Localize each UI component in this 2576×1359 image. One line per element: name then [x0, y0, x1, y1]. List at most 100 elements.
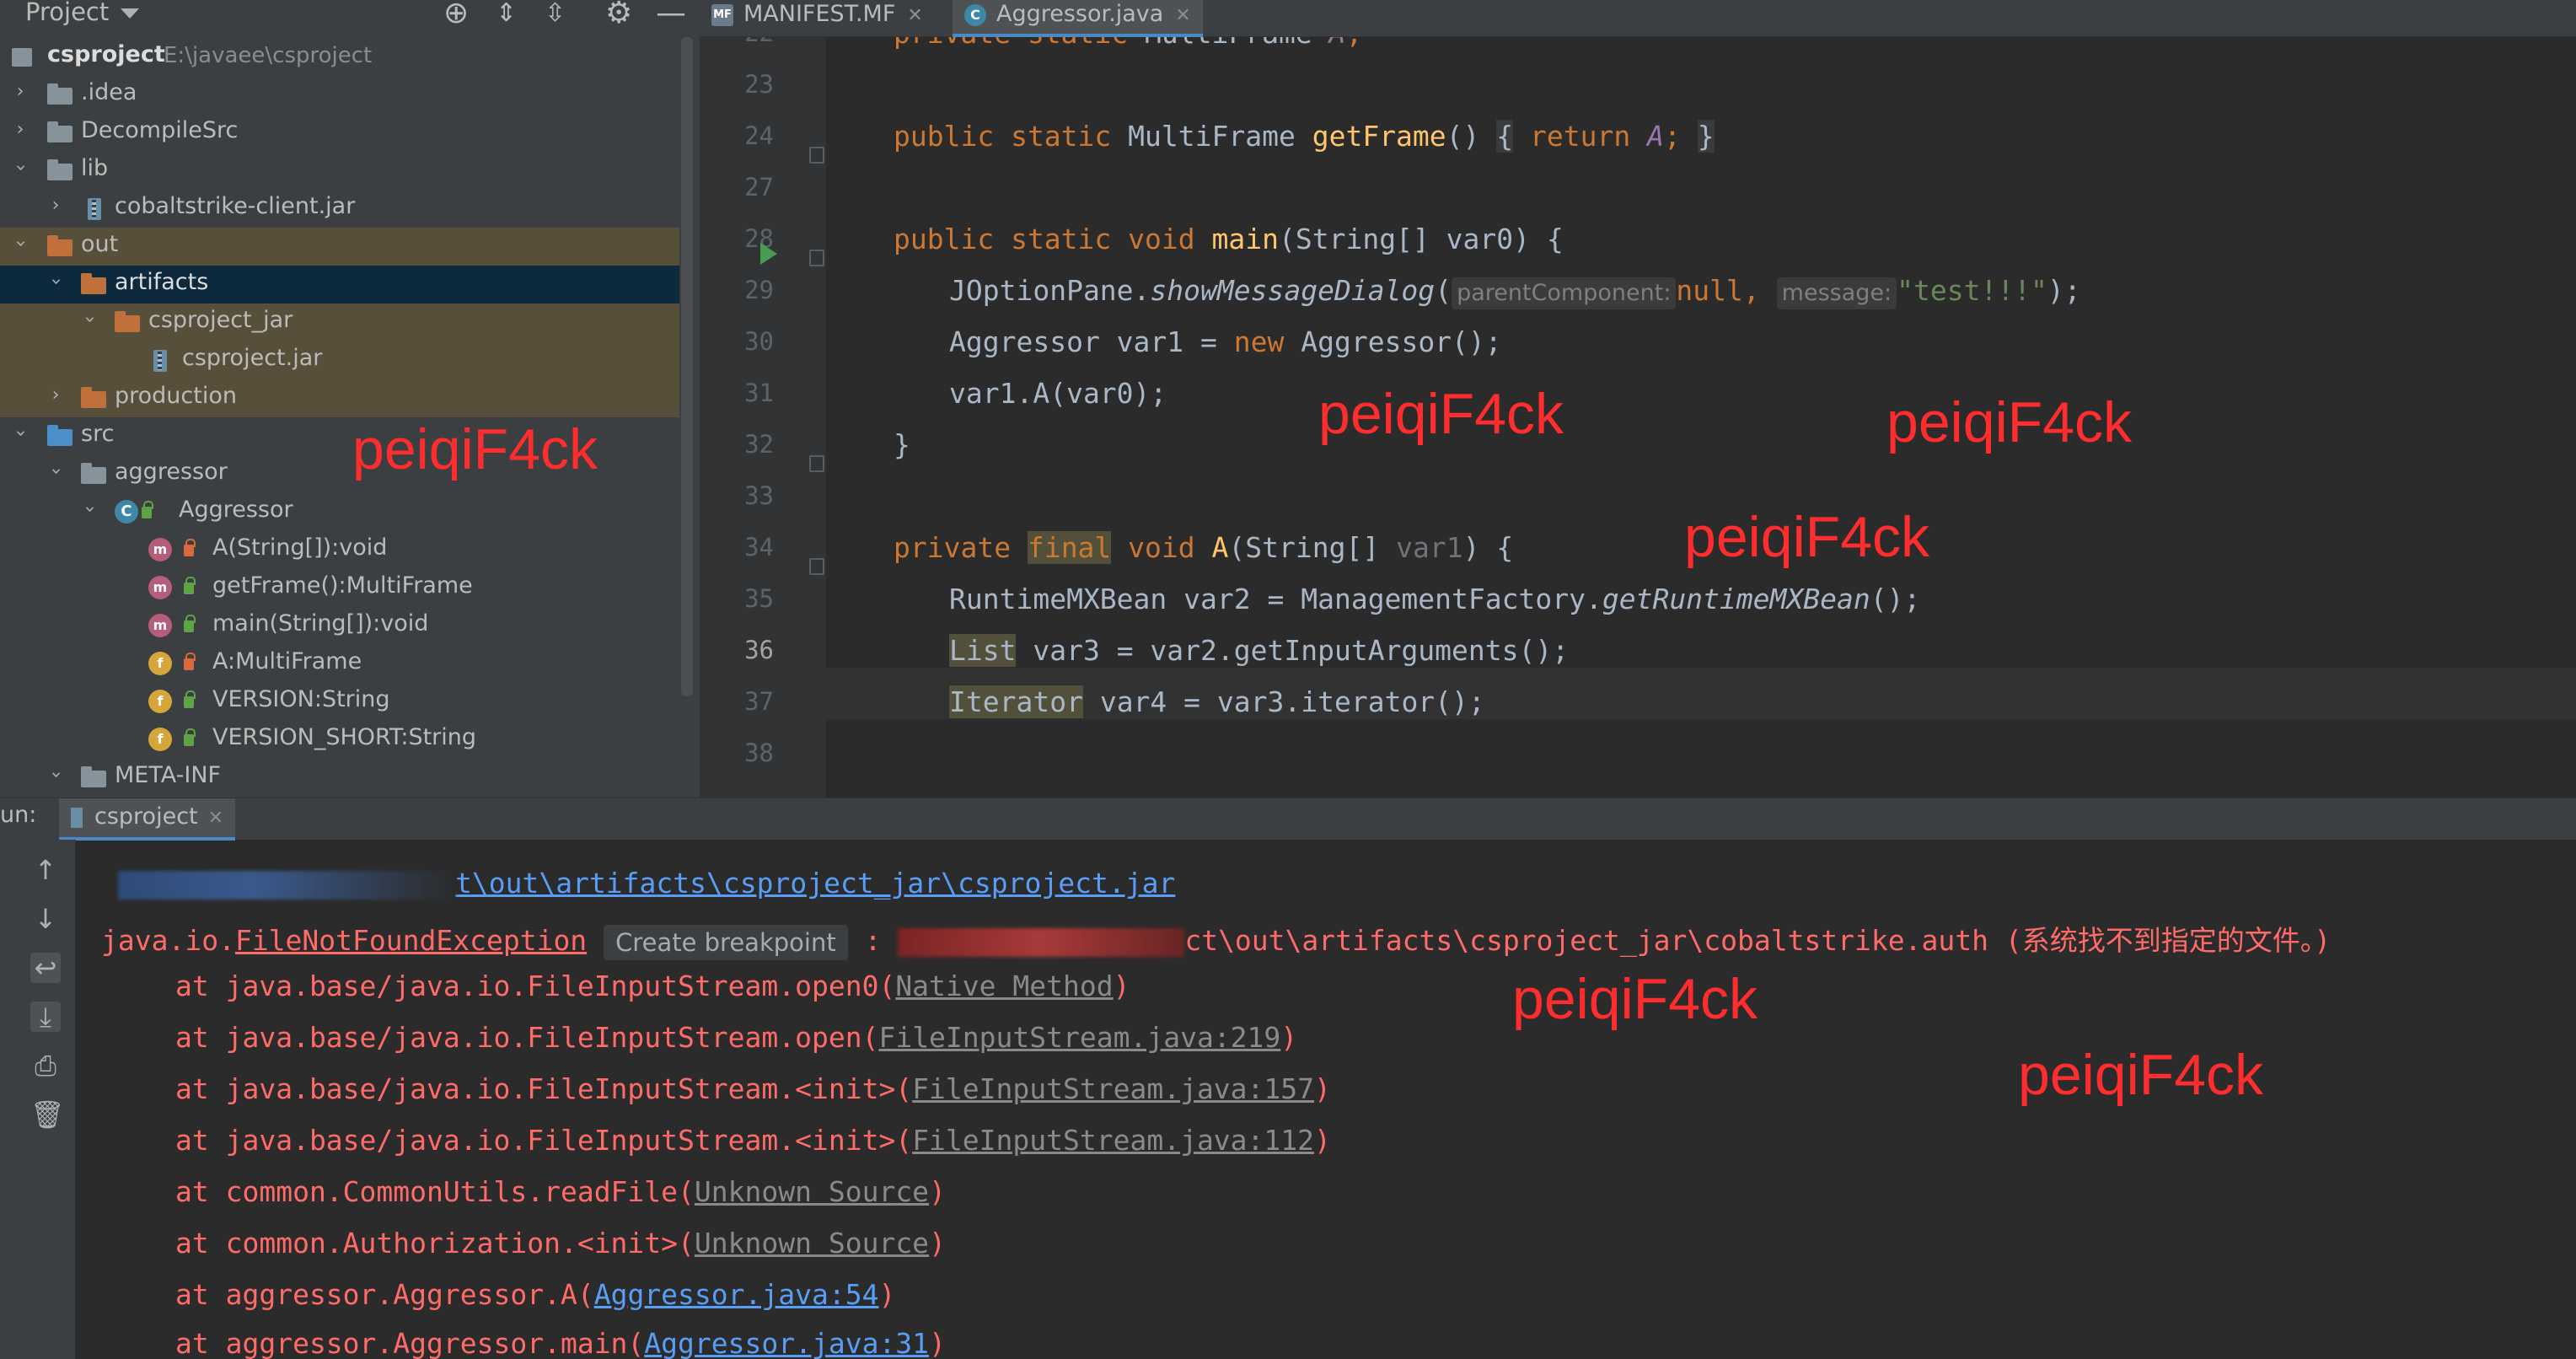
tree-item-field[interactable]: f VERSION:String: [0, 683, 679, 721]
tree-item-idea[interactable]: › .idea: [0, 76, 679, 114]
tree-item-label: lib: [81, 155, 109, 181]
locate-icon[interactable]: ⊕: [443, 0, 469, 32]
field-icon: f: [148, 728, 172, 751]
tree-item-production[interactable]: › production: [0, 379, 679, 417]
tree-item-csproject-jar-folder[interactable]: › csproject_jar: [0, 303, 679, 341]
chevron-down-icon[interactable]: ›: [46, 463, 67, 480]
scroll-to-end-icon[interactable]: ⤓: [30, 1002, 61, 1032]
tab-manifest[interactable]: MF MANIFEST.MF ✕: [711, 0, 936, 37]
trash-icon[interactable]: 🗑: [30, 1099, 65, 1130]
close-icon[interactable]: ✕: [1175, 5, 1190, 26]
project-panel: Project ⊕ ⇕ ⇳ ⚙ — csproject E:\javaee\cs…: [0, 0, 700, 798]
console-exception-line: java.io.FileNotFoundException Create bre…: [101, 918, 2331, 960]
run-icon[interactable]: [760, 243, 777, 265]
project-view-selector[interactable]: Project: [25, 0, 140, 26]
code-line-36: List var3 = var2.getInputArguments();: [949, 634, 1569, 667]
chevron-down-icon[interactable]: ›: [46, 273, 67, 290]
stack-frame-link[interactable]: FileInputStream.java:157: [912, 1072, 1314, 1105]
stack-frame-link[interactable]: Native Method: [895, 970, 1113, 1002]
line-number: 31: [744, 379, 774, 407]
chevron-down-icon[interactable]: ›: [10, 159, 31, 176]
chevron-right-icon[interactable]: ›: [47, 196, 64, 215]
tree-item-decompilesrc[interactable]: › DecompileSrc: [0, 114, 679, 152]
watermark-text: peiqiF4ck: [352, 417, 598, 481]
close-icon[interactable]: ✕: [907, 5, 922, 26]
collapse-all-icon[interactable]: ⇳: [545, 0, 566, 32]
chevron-down-icon[interactable]: ›: [10, 235, 31, 252]
chevron-down-icon[interactable]: ›: [10, 425, 31, 442]
tree-item-lib[interactable]: › lib: [0, 152, 679, 190]
tree-item-artifacts[interactable]: › artifacts: [0, 266, 679, 303]
tree-item-label: getFrame():MultiFrame: [212, 572, 473, 599]
tab-aggressor-java[interactable]: C Aggressor.java ✕: [953, 0, 1203, 37]
stack-frame-link[interactable]: FileInputStream.java:112: [912, 1124, 1314, 1157]
stack-frame-text: at java.base/java.io.FileInputStream.ope…: [175, 1021, 879, 1054]
soft-wrap-icon[interactable]: ↩: [30, 953, 61, 983]
chevron-right-icon[interactable]: ›: [47, 386, 64, 405]
stack-frame: at java.base/java.io.FileInputStream.ope…: [175, 970, 1130, 1002]
tree-item-method[interactable]: m getFrame():MultiFrame: [0, 569, 679, 607]
console-link[interactable]: t\out\artifacts\csproject_jar\csproject.…: [455, 867, 1175, 900]
watermark-text: peiqiF4ck: [1318, 382, 1564, 446]
stack-frame-link[interactable]: FileInputStream.java:219: [878, 1021, 1280, 1054]
tree-item-root[interactable]: csproject E:\javaee\csproject: [0, 38, 679, 76]
line-number: 37: [744, 687, 774, 716]
arrow-down-icon[interactable]: ↓: [30, 904, 61, 934]
run-tab-csproject[interactable]: csproject ✕: [59, 798, 236, 841]
tree-item-method[interactable]: m main(String[]):void: [0, 607, 679, 645]
fold-icon[interactable]: [809, 455, 824, 472]
line-number: 22: [706, 37, 774, 47]
tree-item-cobaltstrike-jar[interactable]: › cobaltstrike-client.jar: [0, 190, 679, 228]
chevron-right-icon[interactable]: ›: [12, 83, 29, 101]
close-icon[interactable]: ✕: [208, 808, 223, 829]
chevron-down-icon[interactable]: ›: [79, 501, 100, 518]
expand-all-icon[interactable]: ⇕: [496, 0, 517, 32]
fold-icon[interactable]: [809, 250, 824, 266]
jar-icon: [153, 350, 167, 372]
console-text: :: [864, 924, 882, 957]
folder-icon: [47, 83, 72, 105]
code-brace: {: [1496, 120, 1514, 153]
chevron-down-icon[interactable]: ›: [46, 766, 67, 783]
fold-icon[interactable]: [809, 558, 824, 575]
editor-tab-bar: MF MANIFEST.MF ✕ C Aggressor.java ✕: [700, 0, 2576, 37]
exception-link[interactable]: FileNotFoundException: [235, 924, 587, 957]
stack-frame-link[interactable]: Aggressor.java:54: [594, 1278, 879, 1311]
tree-item-label: csproject_jar: [148, 307, 293, 333]
tree-item-csproject-jar[interactable]: csproject.jar: [0, 341, 679, 379]
line-number: 23: [744, 70, 774, 99]
stack-frame-link[interactable]: Unknown Source: [695, 1227, 929, 1260]
tree-item-aggressor-class[interactable]: › C Aggressor: [0, 493, 679, 531]
stack-frame-end: ): [929, 1175, 946, 1208]
tree-item-out[interactable]: › out: [0, 228, 679, 266]
chevron-down-icon[interactable]: ›: [79, 311, 100, 328]
folder-icon: [81, 766, 106, 787]
project-scrollbar[interactable]: [681, 37, 693, 696]
hide-icon[interactable]: —: [656, 0, 686, 32]
stack-frame-text: at java.base/java.io.FileInputStream.<in…: [175, 1072, 913, 1105]
chevron-right-icon[interactable]: ›: [12, 121, 29, 139]
code-keyword: public static void: [894, 223, 1195, 255]
tree-item-field[interactable]: f A:MultiFrame: [0, 645, 679, 683]
tree-item-method[interactable]: m A(String[]):void: [0, 531, 679, 569]
tree-item-label: aggressor: [115, 459, 228, 485]
arrow-up-icon[interactable]: ↑: [30, 855, 61, 885]
folder-icon: [81, 387, 106, 408]
tree-item-label: META-INF: [115, 762, 222, 788]
method-icon: m: [148, 538, 172, 561]
print-icon[interactable]: ⎙: [30, 1050, 61, 1081]
stack-frame-end: ): [1113, 970, 1130, 1002]
tree-item-meta-inf[interactable]: › META-INF: [0, 759, 679, 797]
code-line-32: }: [894, 428, 910, 461]
line-number: 35: [744, 584, 774, 613]
code-method: getFrame: [1312, 120, 1446, 153]
create-breakpoint-tooltip[interactable]: Create breakpoint: [604, 924, 848, 960]
tree-item-field[interactable]: f VERSION_SHORT:String: [0, 721, 679, 759]
stack-frame-link[interactable]: Unknown Source: [695, 1175, 929, 1208]
fold-icon[interactable]: [809, 147, 824, 164]
stack-frame-link[interactable]: Aggressor.java:31: [644, 1327, 929, 1359]
gear-icon[interactable]: ⚙: [605, 0, 632, 32]
code-line-34: private final void A(String[] var1) {: [894, 531, 1513, 564]
code-editor[interactable]: 22 23 24 27 28 29 30 31 32 33 34 35 36 3…: [700, 37, 2576, 798]
stack-frame-text: at aggressor.Aggressor.A(: [175, 1278, 594, 1311]
